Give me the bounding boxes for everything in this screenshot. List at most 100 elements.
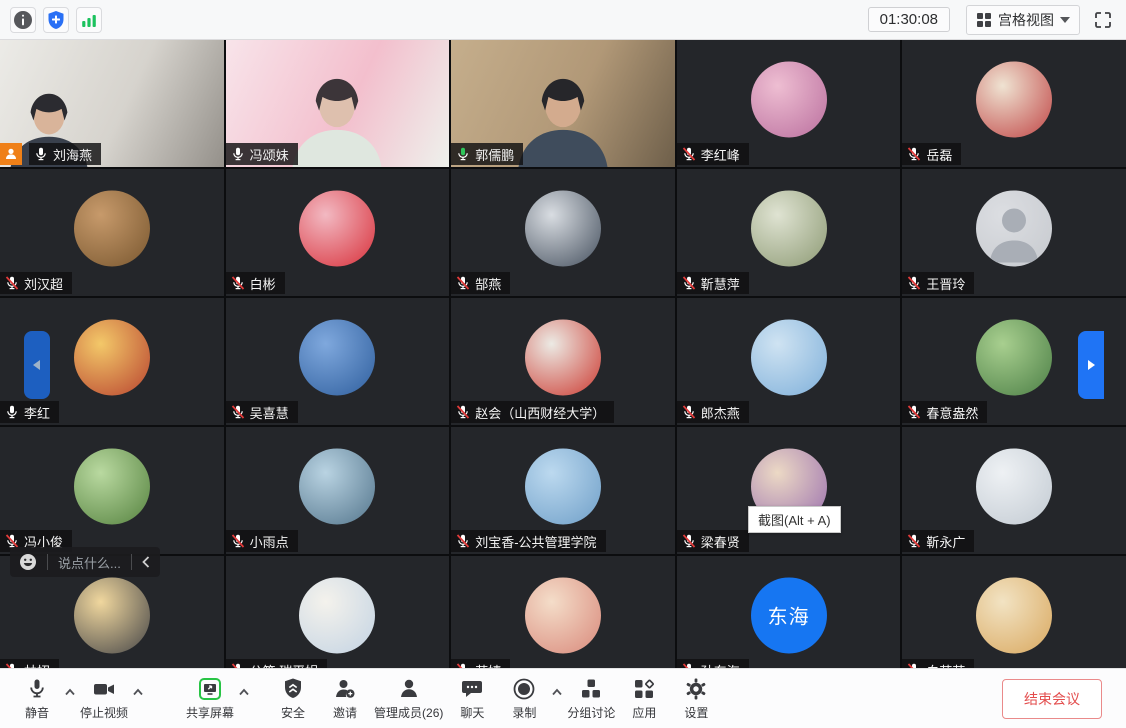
layout-view-label: 宫格视图 (998, 10, 1054, 30)
video-options-button[interactable] (132, 688, 144, 696)
microphone-status-icon (907, 405, 921, 419)
member-badge (0, 143, 22, 165)
participant-tile[interactable]: 小雨点 (226, 427, 450, 554)
fullscreen-button[interactable] (1094, 11, 1112, 29)
participant-tile[interactable]: 冯小俊 (0, 427, 224, 554)
participant-tile[interactable]: 白芸芸 (902, 556, 1126, 668)
mute-options-button[interactable] (64, 688, 76, 696)
name-plate: 白彬 (226, 272, 285, 294)
layout-view-button[interactable]: 宫格视图 (966, 5, 1080, 35)
participant-tile[interactable]: 吴喜慧 (226, 298, 450, 425)
security-status-button[interactable] (43, 7, 69, 33)
participant-tile[interactable]: 李红峰 (677, 40, 901, 167)
microphone-status-icon (231, 534, 245, 548)
microphone-status-icon (907, 534, 921, 548)
toolbar-item-mute[interactable]: 静音 (14, 677, 60, 721)
toolbar-item-settings[interactable]: 设置 (673, 677, 719, 721)
participant-tile[interactable]: 梁春贤 (677, 427, 901, 554)
participant-tile[interactable]: 苏婧 (451, 556, 675, 668)
participant-name: 吴喜慧 (250, 403, 289, 422)
participant-tile[interactable]: 靳慧萍 (677, 169, 901, 296)
participant-tile[interactable]: 刘海燕 (0, 40, 224, 167)
participant-name-label: 冯颂妹 (226, 143, 298, 165)
participant-tile[interactable]: 刘宝香-公共管理学院 (451, 427, 675, 554)
share-screen-icon (198, 677, 222, 701)
microphone-status-icon (456, 534, 470, 548)
participant-avatar (976, 319, 1052, 395)
name-plate: 郎杰燕 (677, 401, 749, 423)
toolbar-item-invite[interactable]: 邀请 (322, 677, 368, 721)
participant-avatar (976, 190, 1052, 266)
microphone-status-icon (456, 147, 470, 161)
toolbar-label: 设置 (684, 704, 708, 721)
end-meeting-button[interactable]: 结束会议 (1002, 679, 1102, 719)
share-options-button[interactable] (238, 688, 250, 696)
invite-person-icon (333, 677, 357, 701)
avatar-initials: 东海 (768, 600, 810, 629)
participant-tile[interactable]: 冯颂妹 (226, 40, 450, 167)
participant-name-label: 靳慧萍 (677, 272, 749, 294)
meeting-info-button[interactable] (10, 7, 36, 33)
toolbar-item-security[interactable]: 安全 (270, 677, 316, 721)
participant-tile[interactable]: 岳磊 (902, 40, 1126, 167)
participant-avatar (74, 577, 150, 653)
participant-name-label: 林招 (0, 659, 59, 668)
participant-tile[interactable]: 刘汉超 (0, 169, 224, 296)
next-page-button[interactable] (1078, 331, 1104, 399)
participant-tile[interactable]: 赵会（山西财经大学） (451, 298, 675, 425)
microphone-status-icon (682, 147, 696, 161)
participant-tile[interactable]: 王晋玲 (902, 169, 1126, 296)
participant-tile[interactable]: 东海 (677, 556, 901, 668)
participant-name-label: 郜燕 (451, 272, 510, 294)
toolbar-item-breakout-rooms[interactable]: 分组讨论 (567, 677, 615, 721)
member-icon (4, 147, 18, 161)
participant-name: 白芸芸 (926, 661, 965, 669)
participant-name: 冯颂妹 (250, 145, 289, 164)
participant-avatar (751, 61, 827, 137)
network-quality-button[interactable] (76, 7, 102, 33)
apps-icon (632, 677, 656, 701)
participant-tile[interactable]: 公笃 瑞平娟 (226, 556, 450, 668)
toolbar-label: 聊天 (460, 704, 484, 721)
name-plate: 王晋玲 (902, 272, 974, 294)
toolbar-item-manage-members[interactable]: 管理成员(26) (374, 677, 443, 721)
emoji-button[interactable] (19, 553, 37, 571)
participant-avatar (751, 190, 827, 266)
toolbar-item-record[interactable]: 录制 (501, 677, 547, 721)
participant-name: 郭儒鹏 (475, 145, 514, 164)
participant-name-label: 王晋玲 (902, 272, 974, 294)
participant-tile[interactable]: 郜燕 (451, 169, 675, 296)
toolbar-label: 应用 (632, 704, 656, 721)
participant-tile[interactable]: 郭儒鹏 (451, 40, 675, 167)
toolbar-item-apps[interactable]: 应用 (621, 677, 667, 721)
participant-name: 郎杰燕 (701, 403, 740, 422)
participant-tile[interactable]: 白彬 (226, 169, 450, 296)
chat-input[interactable]: 说点什么... (58, 553, 121, 572)
participant-tile[interactable]: 郎杰燕 (677, 298, 901, 425)
camera-icon (91, 677, 117, 701)
default-avatar-icon (976, 190, 1052, 266)
participant-tile[interactable]: 靳永广 (902, 427, 1126, 554)
participant-name-label: 吴喜慧 (226, 401, 298, 423)
quick-chat-bar: 说点什么... (10, 547, 160, 577)
toolbar-item-stop-video[interactable]: 停止视频 (80, 677, 128, 721)
microphone-status-icon (682, 276, 696, 290)
toolbar-label: 停止视频 (80, 704, 128, 721)
microphone-status-icon (5, 405, 19, 419)
participant-avatar (299, 448, 375, 524)
name-plate: 公笃 瑞平娟 (226, 659, 328, 668)
participant-avatar (299, 190, 375, 266)
name-plate: 郜燕 (451, 272, 510, 294)
participant-avatar (976, 448, 1052, 524)
participant-name: 小雨点 (250, 532, 289, 551)
microphone-status-icon (231, 276, 245, 290)
participant-avatar (525, 448, 601, 524)
toolbar-item-share-screen[interactable]: 共享屏幕 (186, 677, 234, 721)
collapse-chat-button[interactable] (142, 556, 150, 568)
participant-name: 李红 (24, 403, 50, 422)
participant-name-label: 刘海燕 (29, 143, 101, 165)
record-options-button[interactable] (551, 688, 563, 696)
previous-page-button[interactable] (24, 331, 50, 399)
signal-bars-icon (79, 10, 99, 30)
toolbar-item-chat[interactable]: 聊天 (449, 677, 495, 721)
